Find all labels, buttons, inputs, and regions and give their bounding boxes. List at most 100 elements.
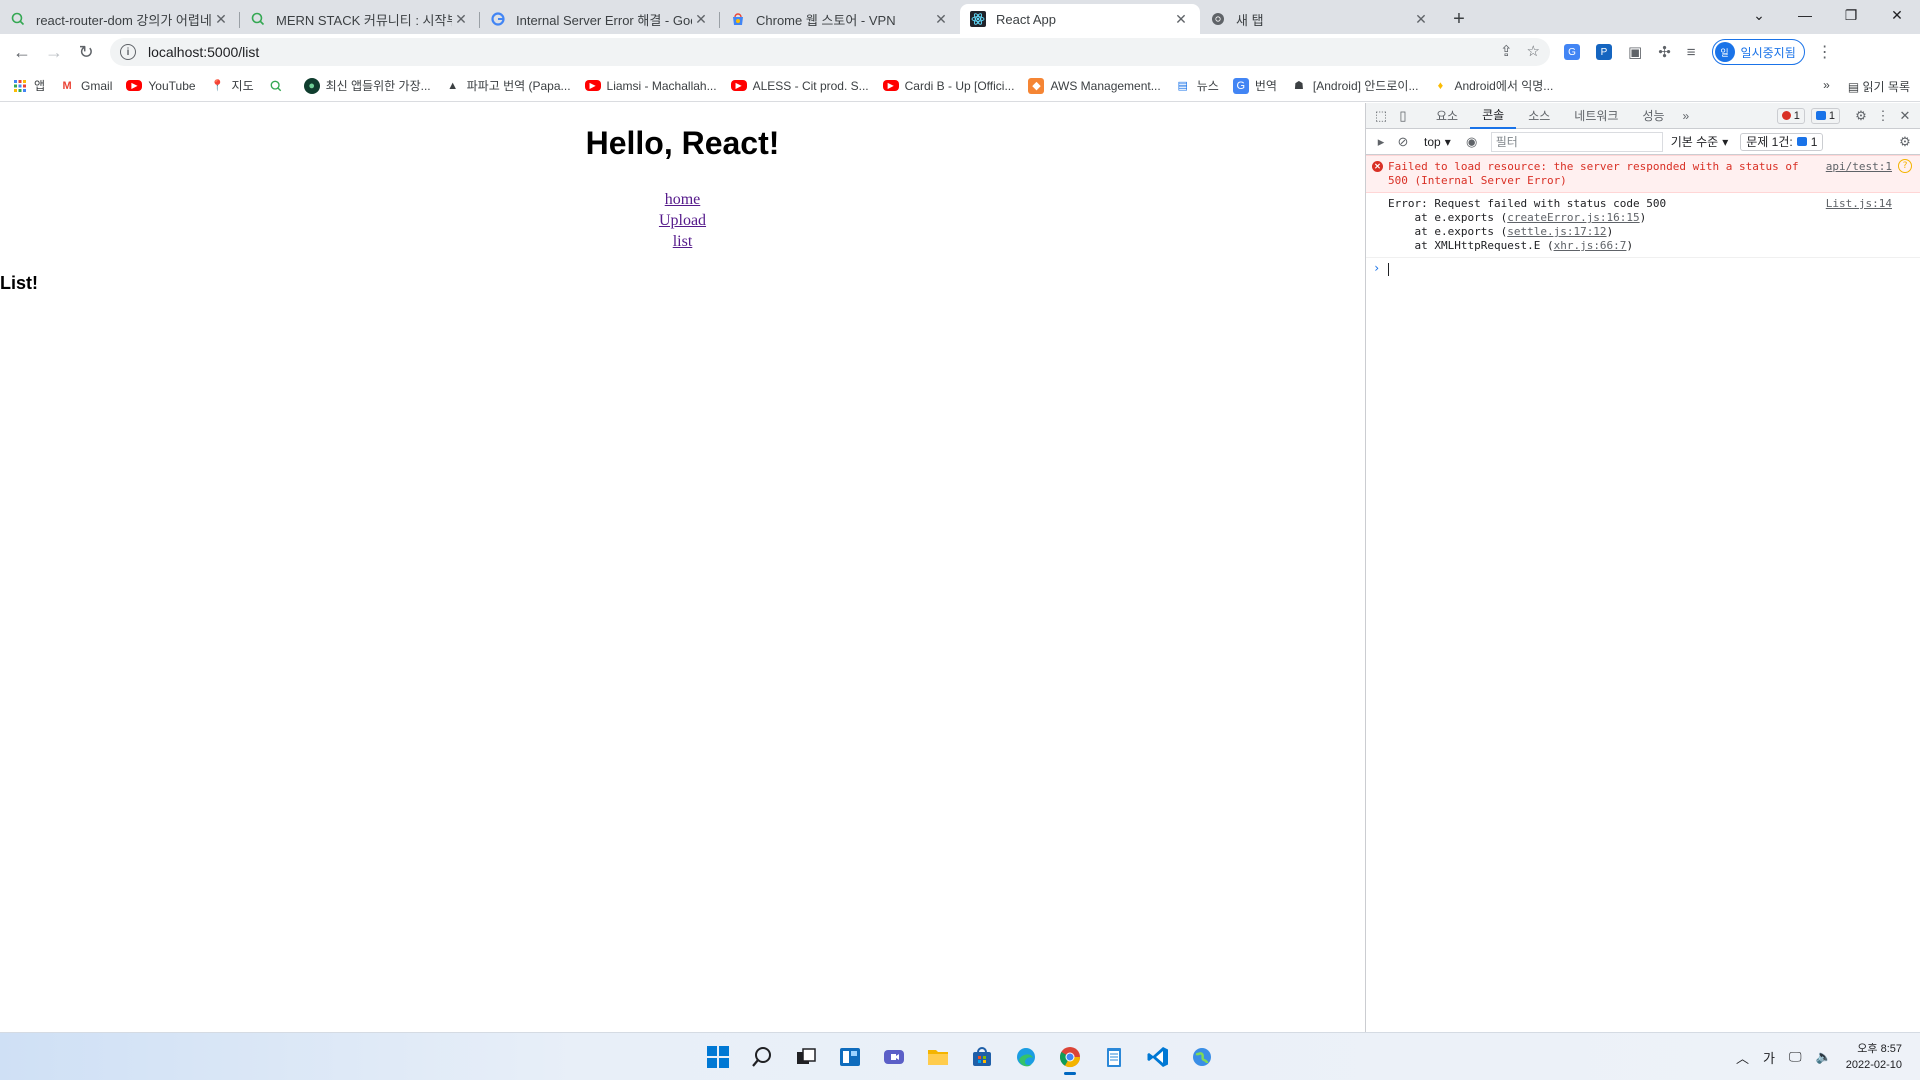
- close-icon[interactable]: ✕: [452, 10, 470, 28]
- tab-react-router[interactable]: react-router-dom 강의가 어렵네 ✕: [0, 4, 240, 34]
- lightbulb-icon[interactable]: ?: [1898, 159, 1912, 173]
- more-tabs-button[interactable]: »: [1677, 103, 1696, 129]
- edge-button[interactable]: [1008, 1039, 1044, 1075]
- reload-button[interactable]: ↻: [70, 36, 102, 68]
- console-settings-gear-icon[interactable]: ⚙: [1894, 131, 1916, 153]
- tab-elements[interactable]: 요소: [1424, 103, 1470, 129]
- clock[interactable]: 오후 8:57 2022-02-10: [1846, 1041, 1902, 1073]
- profile-button[interactable]: 일 일시중지됨: [1711, 39, 1805, 65]
- bookmark-latest-apps[interactable]: ● 최신 앱들위한 가장...: [303, 77, 431, 94]
- tab-console[interactable]: 콘솔: [1470, 103, 1517, 129]
- inspect-element-icon[interactable]: ⬚: [1370, 105, 1392, 127]
- ime-indicator[interactable]: 가: [1763, 1048, 1775, 1067]
- context-selector[interactable]: top ▾: [1424, 135, 1451, 149]
- papago-extension-icon[interactable]: P: [1596, 44, 1612, 60]
- reading-queue-icon[interactable]: ≡: [1687, 44, 1696, 61]
- chevron-up-icon[interactable]: ︿: [1736, 1048, 1749, 1067]
- error-source-link[interactable]: api/test:1: [1826, 160, 1892, 174]
- network-icon[interactable]: 🖵: [1789, 1049, 1802, 1065]
- bookmark-papago[interactable]: ▲ 파파고 번역 (Papa...: [445, 77, 570, 94]
- close-icon[interactable]: ✕: [692, 10, 710, 28]
- file-explorer-button[interactable]: [920, 1039, 956, 1075]
- tab-webstore[interactable]: Chrome 웹 스토어 - VPN ✕: [720, 4, 960, 34]
- tab-google-search[interactable]: Internal Server Error 해결 - Goo ✕: [480, 4, 720, 34]
- inflearn-icon: [250, 11, 266, 27]
- more-bookmarks-button[interactable]: »: [1823, 78, 1830, 95]
- search-button[interactable]: [744, 1039, 780, 1075]
- tab-performance[interactable]: 성능: [1630, 103, 1676, 129]
- message-count-badge[interactable]: 1: [1810, 107, 1840, 124]
- widgets-button[interactable]: [832, 1039, 868, 1075]
- share-icon[interactable]: ⇪: [1500, 42, 1513, 60]
- close-devtools-icon[interactable]: ✕: [1894, 105, 1916, 127]
- stack-link[interactable]: settle.js:17:12: [1507, 225, 1606, 238]
- store-button[interactable]: [964, 1039, 1000, 1075]
- globe-app-button[interactable]: [1184, 1039, 1220, 1075]
- tab-react-app[interactable]: React App ✕: [960, 4, 1200, 34]
- menu-kebab-icon[interactable]: ⋮: [1811, 38, 1839, 66]
- screen-capture-icon[interactable]: ▣: [1628, 43, 1642, 61]
- bookmark-aws[interactable]: ◆ AWS Management...: [1028, 77, 1161, 94]
- bookmark-youtube[interactable]: ▶ YouTube: [126, 79, 196, 93]
- reading-list-button[interactable]: ▤ 읽기 목록: [1848, 78, 1910, 95]
- translate-extension-icon[interactable]: G: [1564, 44, 1580, 60]
- puzzle-icon[interactable]: ✣: [1658, 43, 1671, 61]
- bookmark-star-icon[interactable]: ☆: [1527, 42, 1540, 60]
- tab-mern-stack[interactable]: MERN STACK 커뮤니티 : 시작부 ✕: [240, 4, 480, 34]
- devtools-menu-icon[interactable]: ⋮: [1872, 105, 1894, 127]
- start-button[interactable]: [700, 1039, 736, 1075]
- restore-button[interactable]: ❐: [1828, 0, 1874, 30]
- close-window-button[interactable]: ✕: [1874, 0, 1920, 30]
- new-tab-button[interactable]: +: [1444, 4, 1474, 34]
- live-expression-eye-icon[interactable]: ◉: [1461, 131, 1483, 153]
- log-source-link[interactable]: List.js:14: [1826, 197, 1892, 211]
- bookmark-inflearn[interactable]: [268, 78, 290, 94]
- close-icon[interactable]: ✕: [1412, 10, 1430, 28]
- tab-search-icon[interactable]: ⌄: [1736, 0, 1782, 30]
- tab-new-tab[interactable]: 새 탭 ✕: [1200, 4, 1440, 34]
- tab-network[interactable]: 네트워크: [1562, 103, 1630, 129]
- info-icon[interactable]: i: [120, 44, 136, 60]
- teams-chat-button[interactable]: [876, 1039, 912, 1075]
- bookmark-translate[interactable]: G 번역: [1232, 77, 1277, 94]
- windows-logo-icon: [707, 1046, 729, 1068]
- list-link[interactable]: list: [673, 231, 693, 252]
- address-bar[interactable]: i localhost:5000/list ⇪ ☆: [110, 38, 1550, 66]
- stack-link[interactable]: createError.js:16:15: [1507, 211, 1639, 224]
- tab-sources[interactable]: 소스: [1516, 103, 1562, 129]
- bookmark-android-1[interactable]: ☗ [Android] 안드로이...: [1291, 77, 1418, 94]
- stack-link[interactable]: xhr.js:66:7: [1554, 239, 1627, 252]
- bookmark-cardi-b[interactable]: ▶ Cardi B - Up [Offici...: [882, 79, 1014, 93]
- forward-button[interactable]: →: [38, 36, 70, 68]
- issues-button[interactable]: 문제 1건: 1: [1740, 132, 1824, 151]
- device-toolbar-icon[interactable]: ▯: [1392, 105, 1414, 127]
- vscode-button[interactable]: [1140, 1039, 1176, 1075]
- bookmark-apps[interactable]: 앱: [12, 77, 45, 94]
- volume-icon[interactable]: 🔈: [1816, 1049, 1832, 1065]
- close-icon[interactable]: ✕: [932, 10, 950, 28]
- bookmark-liamsi[interactable]: ▶ Liamsi - Machallah...: [584, 79, 717, 93]
- minimize-button[interactable]: —: [1782, 0, 1828, 30]
- filter-input[interactable]: 필터: [1490, 131, 1663, 152]
- task-view-button[interactable]: [788, 1039, 824, 1075]
- chrome-taskbar-button[interactable]: [1052, 1039, 1088, 1075]
- error-count-badge[interactable]: 1: [1776, 107, 1805, 124]
- settings-gear-icon[interactable]: ⚙: [1850, 105, 1872, 127]
- sidebar-toggle-icon[interactable]: ▸: [1370, 131, 1392, 153]
- upload-link[interactable]: Upload: [659, 210, 706, 231]
- home-link[interactable]: home: [665, 189, 701, 210]
- gmail-icon: M: [62, 79, 72, 92]
- close-icon[interactable]: ✕: [212, 10, 230, 28]
- bookmark-aless[interactable]: ▶ ALESS - Cit prod. S...: [730, 79, 869, 93]
- back-button[interactable]: ←: [6, 36, 38, 68]
- bookmark-news[interactable]: ▤ 뉴스: [1175, 77, 1219, 94]
- youtube-icon: ▶: [882, 80, 899, 91]
- bookmark-android-2[interactable]: ♦ Android에서 익명...: [1432, 77, 1554, 94]
- bookmark-gmail[interactable]: M Gmail: [59, 78, 112, 94]
- bookmark-maps[interactable]: 📍 지도: [210, 77, 254, 94]
- close-icon[interactable]: ✕: [1172, 10, 1190, 28]
- console-prompt[interactable]: ›: [1366, 258, 1920, 280]
- clear-console-icon[interactable]: ⊘: [1392, 131, 1414, 153]
- log-level-dropdown[interactable]: 기본 수준 ▾: [1671, 133, 1729, 150]
- notepad-button[interactable]: [1096, 1039, 1132, 1075]
